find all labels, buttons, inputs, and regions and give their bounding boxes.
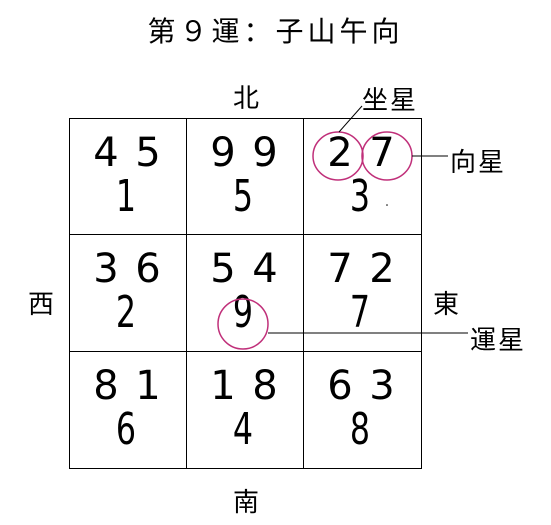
mountain-star: 5	[210, 246, 236, 292]
facing-star: 1	[135, 363, 161, 409]
facing-star: 2	[369, 246, 395, 292]
facing-star: 9	[252, 130, 278, 176]
mountain-star: 8	[93, 363, 119, 409]
direction-west: 西	[28, 290, 55, 320]
mountain-star: 6	[327, 363, 353, 409]
period-star: 6	[115, 404, 137, 455]
palace-center: 5 4 9	[187, 235, 304, 352]
period-star-label: 運星	[470, 326, 527, 356]
period-star: 4	[232, 404, 254, 455]
mountain-star-label: 坐星	[362, 86, 419, 116]
facing-star: 4	[252, 246, 278, 292]
mountain-star: 9	[210, 130, 236, 176]
period-star: 5	[232, 171, 254, 222]
period-star: 1	[115, 171, 137, 222]
palace-west: 3 6 2	[70, 235, 187, 352]
period-star: 7	[349, 287, 371, 338]
period-star: 8	[349, 404, 371, 455]
palace-southwest: 8 1 6	[70, 352, 187, 468]
mountain-star: 2	[327, 130, 353, 176]
facing-star: 7	[369, 130, 395, 176]
mountain-star: 1	[210, 363, 236, 409]
palace-east: 7 2 7	[304, 235, 421, 352]
flying-star-chart: 4 5 1 9 9 5 2 7 3 3 6 2 5 4 9 7 2 7 8 1 …	[69, 118, 422, 469]
period-star: 2	[115, 287, 137, 338]
mountain-star: 3	[93, 246, 119, 292]
facing-star: 3	[369, 363, 395, 409]
direction-south: 南	[233, 488, 260, 518]
facing-star: 5	[135, 130, 161, 176]
palace-north: 9 9 5	[187, 119, 304, 235]
period-star: 9	[232, 287, 254, 338]
facing-star-label: 向星	[450, 148, 507, 178]
period-star: 3	[349, 171, 371, 222]
palace-northeast: 2 7 3	[304, 119, 421, 235]
palace-south: 1 8 4	[187, 352, 304, 468]
mountain-star: 4	[93, 130, 119, 176]
diagram-title: 第９運：子山午向	[147, 15, 404, 48]
direction-north: 北	[233, 84, 260, 114]
facing-star: 8	[252, 363, 278, 409]
facing-star: 6	[135, 246, 161, 292]
direction-east: 東	[433, 290, 460, 320]
mountain-star: 7	[327, 246, 353, 292]
palace-southeast: 6 3 8	[304, 352, 421, 468]
palace-northwest: 4 5 1	[70, 119, 187, 235]
